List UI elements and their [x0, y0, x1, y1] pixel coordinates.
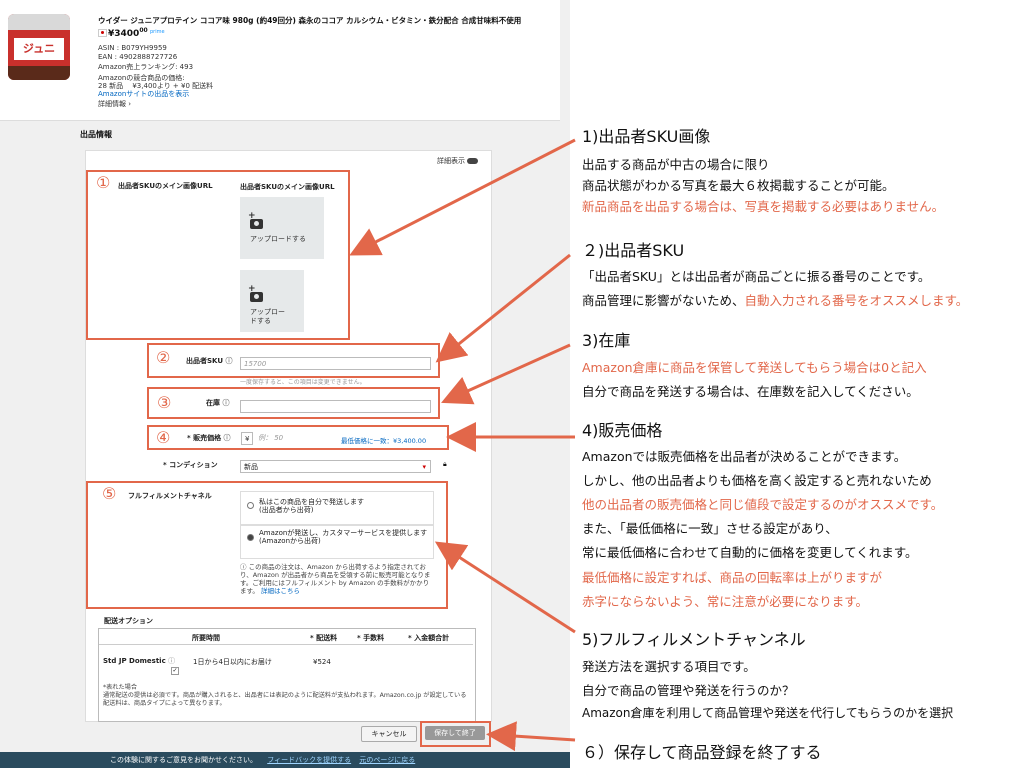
annotation-4-line1: Amazonでは販売価格を出品者が決めることができます。: [582, 449, 907, 464]
annotation-1-line2: 商品状態がわかる写真を最大６枚掲載することが可能。: [582, 178, 895, 193]
annotation-4-title: 4)販売価格: [582, 421, 663, 440]
annotation-2-line2: 商品管理に影響がないため、自動入力される番号をオススメします。: [582, 293, 969, 308]
annotation-3-line2: 自分で商品を発送する場合は、在庫数を記入してください。: [582, 384, 919, 399]
arrow-5: [434, 541, 576, 634]
annotation-4-line7: 赤字にならないよう、常に注意が必要になります。: [582, 594, 869, 609]
annotation-4-line3: 他の出品者の販売価格と同じ値段で設定するのがオススメです。: [582, 497, 944, 512]
annotation-4-line5: 常に最低価格に合わせて自動的に価格を変更してくれます。: [582, 545, 918, 560]
annotation-2-line1: 「出品者SKU」とは出品者が商品ごとに振る番号のことです。: [582, 269, 931, 284]
annotation-3-title: 3)在庫: [582, 331, 631, 350]
annotation-4-line6: 最低価格に設定すれば、商品の回転率は上がりますが: [582, 570, 883, 585]
annotation-4-line2: しかし、他の出品者よりも価格を高く設定すると売れないため: [582, 473, 932, 488]
annotation-4-line4: また、「最低価格に一致」させる設定があり、: [582, 521, 838, 536]
annotation-5-line3: Amazon倉庫を利用して商品管理や発送を代行してもらうのかを選択: [582, 706, 954, 720]
arrow-2: [435, 253, 571, 363]
annotation-6-title: ６）保存して商品登録を終了する: [582, 743, 822, 762]
arrow-3: [441, 343, 571, 405]
annotation-5-line1: 発送方法を選択する項目です。: [582, 659, 756, 674]
annotation-2-title: ２)出品者SKU: [582, 241, 685, 260]
annotation-1-title: 1)出品者SKU画像: [582, 127, 711, 146]
annotation-5-title: 5)フルフィルメントチャンネル: [582, 630, 806, 649]
annotation-5-line2: 自分で商品の管理や発送を行うのか？: [582, 683, 795, 698]
annotation-1-line1: 出品する商品が中古の場合に限り: [582, 157, 770, 172]
arrow-1: [349, 138, 576, 256]
annotation-3-line1: Amazon倉庫に商品を保管して発送してもらう場合は0と記入: [582, 360, 927, 375]
arrow-6: [486, 721, 576, 752]
annotation-1-line3: 新品商品を出品する場合は、写真を掲載する必要はありません。: [582, 199, 945, 214]
